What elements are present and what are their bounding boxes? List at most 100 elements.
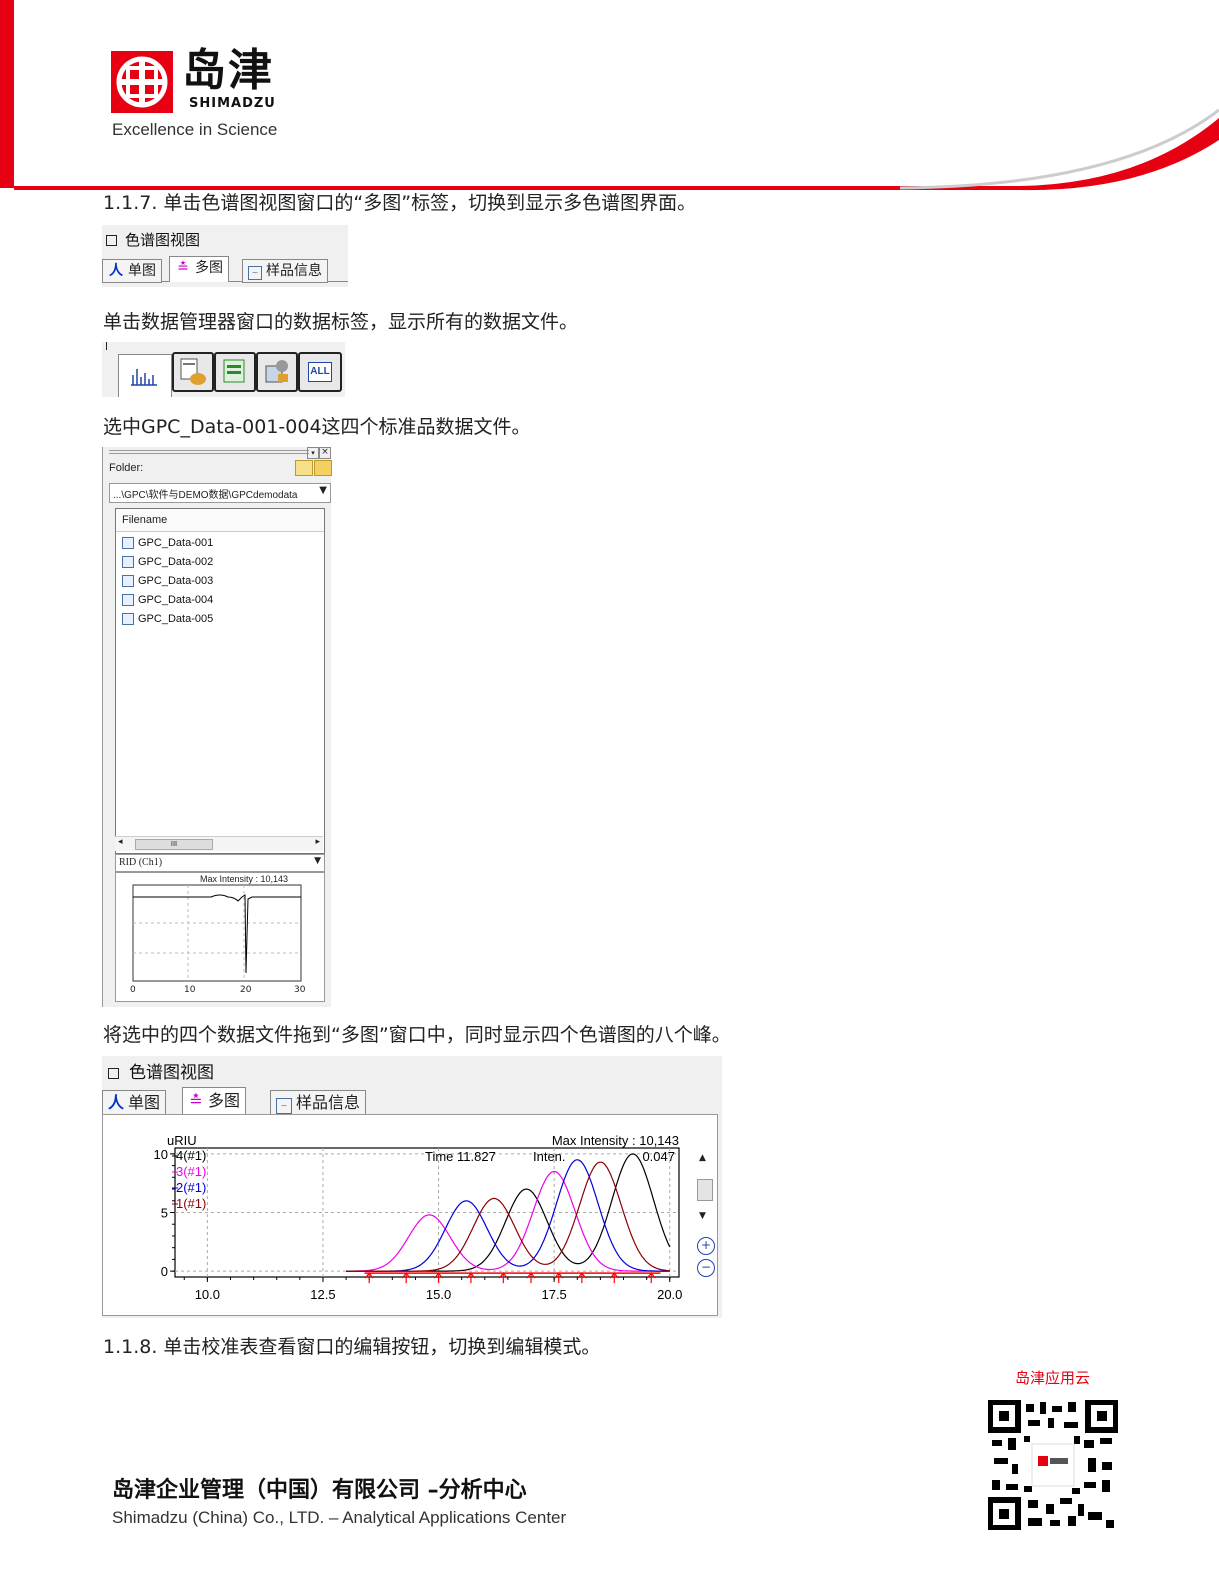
vertical-scrollbar[interactable]: ▲ ▼ <box>695 1151 713 1251</box>
single-chrom-icon: 人 <box>108 1093 125 1112</box>
scroll-down-icon[interactable]: ▼ <box>699 1211 706 1221</box>
footer-company-en: Shimadzu (China) Co., LTD. – Analytical … <box>112 1508 567 1527</box>
peak-marker <box>401 1272 411 1284</box>
qr-code-icon <box>988 1400 1118 1530</box>
file-list-item[interactable]: GPC_Data-004 <box>122 591 213 610</box>
preview-tick: 20 <box>240 985 252 995</box>
legend-entry: 2(#1) <box>176 1180 206 1195</box>
tab-single[interactable]: 人单图 <box>102 1090 167 1116</box>
drag-text: 将选中的四个数据文件拖到“多图”窗口中，同时显示四个色谱图的八个峰。 <box>103 1024 731 1046</box>
preview-tick: 10 <box>184 985 196 995</box>
folder-open-icon[interactable] <box>314 460 332 476</box>
window-icon <box>106 235 117 246</box>
all-tab-icon: ALL <box>308 362 332 382</box>
preview-tick: 0 <box>130 985 136 995</box>
multi-chromatogram-chart[interactable]: 10.0 12.5 15.0 17.5 20.0 0 5 10uRIU Max Intensit… <box>103 1115 693 1315</box>
chrom-view-small: 色谱图视图 人单图 ≛ 多图 ~ 样品信息 <box>102 225 348 287</box>
legend-entry: 1(#1) <box>176 1196 206 1211</box>
peak-marker <box>646 1272 656 1284</box>
file-list-item[interactable]: GPC_Data-001 <box>122 534 213 553</box>
tab-method[interactable] <box>172 352 214 392</box>
peak-marker <box>609 1272 619 1284</box>
tab-report[interactable] <box>214 352 256 392</box>
step-1-1-7-text: 1.1.7. 单击色谱图视图窗口的“多图”标签，切换到显示多色谱图界面。 <box>103 192 697 214</box>
tab-batch[interactable] <box>256 352 298 392</box>
folder-path-select[interactable]: ...\GPC\软件与DEMO数据\GPCdemodata ▼ <box>109 483 331 503</box>
panel-pin-icon[interactable]: ▾ <box>307 447 319 459</box>
preview-tick: 30 <box>294 985 306 995</box>
scroll-thumb[interactable] <box>697 1179 713 1201</box>
filename-column-header[interactable]: Filename <box>116 509 324 532</box>
peak-marker <box>577 1272 587 1284</box>
peak-marker <box>434 1272 444 1284</box>
chrom-preview: Max Intensity : 10,143 0 10 20 30 <box>115 872 325 1002</box>
tab-sample-info[interactable]: ~ 样品信息 <box>242 259 328 283</box>
file-name: GPC_Data-003 <box>138 575 214 587</box>
multi-chrom-icon: ≛ <box>177 260 189 276</box>
folder-path-value: ...\GPC\软件与DEMO数据\GPCdemodata <box>113 490 298 501</box>
scroll-up-icon[interactable]: ▲ <box>699 1153 706 1163</box>
zoom-out-icon[interactable]: − <box>697 1259 715 1277</box>
x-tick-label: 20.0 <box>657 1287 682 1302</box>
tab-multi[interactable]: ≛ 多图 <box>169 256 229 282</box>
tab-multi[interactable]: ≛ 多图 <box>182 1087 247 1115</box>
logo-text-en: SHIMADZU <box>189 96 276 111</box>
cursor-inten-value: 0.047 <box>642 1149 675 1164</box>
cursor-inten-label: Inten. <box>533 1149 566 1164</box>
data-file-icon <box>122 594 134 607</box>
legend-entry: 4(#1) <box>176 1148 206 1163</box>
legend-entry: 3(#1) <box>176 1164 206 1179</box>
folder-label: Folder: <box>109 462 144 474</box>
chrom-view-large: 色谱图视图 人单图 ≛ 多图 ~ 样品信息 10.0 12.5 15.0 17.5 20.0… <box>102 1056 722 1318</box>
data-tab-icon <box>131 369 157 386</box>
method-tab-icon <box>180 358 206 385</box>
file-list: Filename GPC_Data-001 GPC_Data-002 GPC_Dat… <box>115 508 325 854</box>
batch-tab-icon <box>265 360 288 383</box>
report-tab-icon <box>223 359 245 383</box>
max-intensity-label: Max Intensity : 10,143 <box>552 1133 679 1148</box>
logo-text-cn: 岛津 <box>182 45 274 96</box>
horizontal-scrollbar[interactable]: ◂ III ▸ <box>115 836 323 851</box>
chevron-down-icon: ▼ <box>319 485 327 496</box>
tab-sample-info[interactable]: ~ 样品信息 <box>270 1090 367 1116</box>
scroll-left-icon[interactable]: ◂ <box>118 837 123 847</box>
data-file-icon <box>122 556 134 569</box>
file-list-item[interactable]: GPC_Data-003 <box>122 572 213 591</box>
tab-single[interactable]: 人单图 <box>102 259 162 283</box>
data-file-icon <box>122 575 134 588</box>
select-text: 选中GPC_Data-001-004这四个标准品数据文件。 <box>103 416 531 438</box>
tab-all[interactable]: ALL <box>298 352 342 392</box>
channel-select[interactable]: RID (Ch1) ▼ <box>115 854 325 872</box>
file-name: GPC_Data-005 <box>138 613 214 625</box>
file-list-item[interactable]: GPC_Data-005 <box>122 610 213 629</box>
zoom-in-icon[interactable]: + <box>697 1237 715 1255</box>
data-manager-tabs: ALL <box>102 342 345 397</box>
peak-marker <box>466 1272 476 1284</box>
scroll-thumb[interactable]: III <box>135 839 213 850</box>
y-axis-label: uRIU <box>167 1133 197 1148</box>
x-tick-label: 12.5 <box>310 1287 335 1302</box>
footer-company-cn: 岛津企业管理（中国）有限公司 –分析中心 <box>112 1478 527 1503</box>
file-list-item[interactable]: GPC_Data-002 <box>122 553 213 572</box>
window-title-bar: 色谱图视图 <box>106 229 200 250</box>
x-tick-label: 10.0 <box>195 1287 220 1302</box>
x-tick-label: 17.5 <box>541 1287 566 1302</box>
y-tick-label: 5 <box>161 1206 168 1221</box>
peak-marker <box>554 1272 564 1284</box>
cursor-time: Time 11.827 <box>425 1149 496 1164</box>
step-1-1-8-text: 1.1.8. 单击校准表查看窗口的编辑按钮，切换到编辑模式。 <box>103 1336 601 1358</box>
scroll-right-icon[interactable]: ▸ <box>315 837 320 847</box>
window-title-bar: 色谱图视图 <box>108 1058 214 1083</box>
data-file-icon <box>122 537 134 550</box>
file-rows: GPC_Data-001 GPC_Data-002 GPC_Data-003 GPC_… <box>122 534 213 629</box>
window-icon <box>108 1068 119 1079</box>
folder-browse-icon[interactable] <box>295 460 313 476</box>
data-file-icon <box>122 613 134 626</box>
tab-data[interactable] <box>118 354 172 397</box>
window-title: 色谱图视图 <box>129 1063 214 1083</box>
header-curve <box>14 108 1219 191</box>
panel-close-icon[interactable]: × <box>319 447 331 459</box>
single-chrom-icon: 人 <box>109 263 123 279</box>
window-title: 色谱图视图 <box>125 231 201 249</box>
file-name: GPC_Data-002 <box>138 556 214 568</box>
